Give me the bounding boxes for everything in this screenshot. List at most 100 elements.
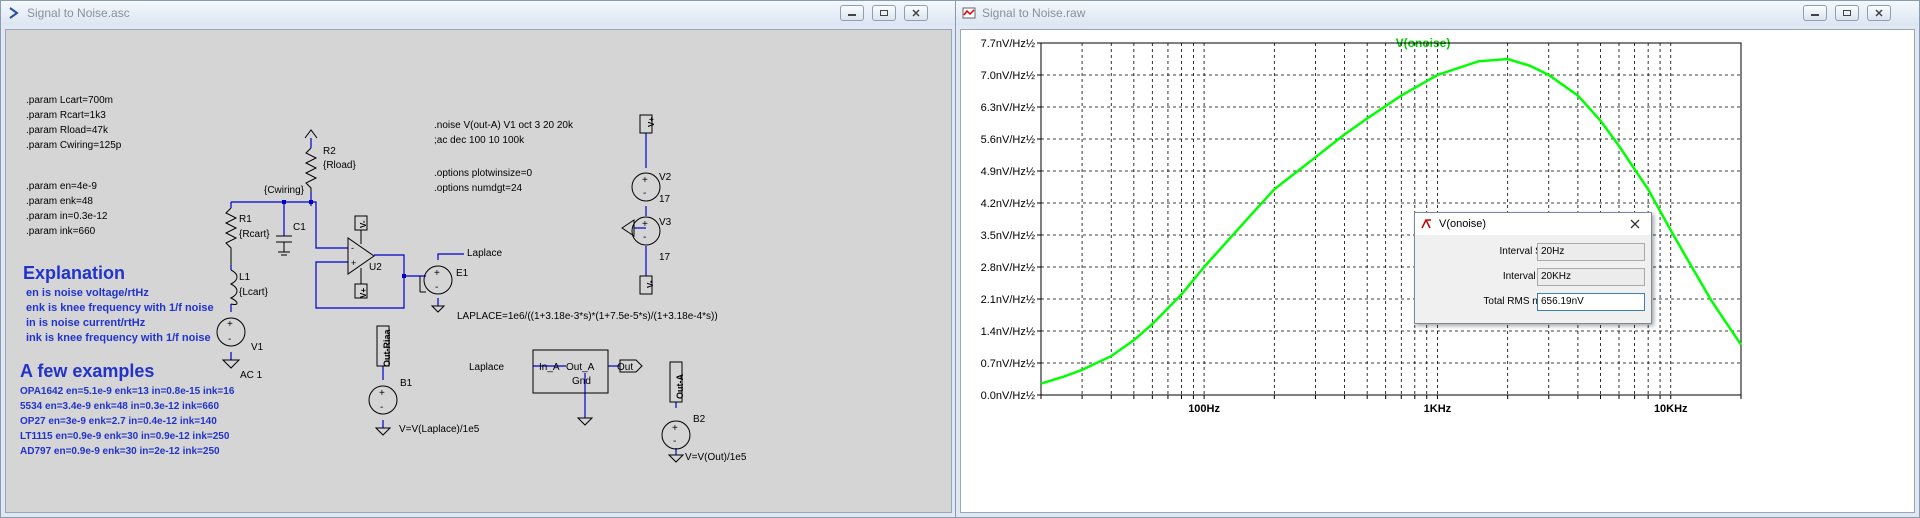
dialog-titlebar[interactable]: V(onoise) [1415, 213, 1651, 235]
svg-text:-: - [351, 243, 354, 253]
schematic-canvas[interactable]: .param Lcart=700m .param Rcart=1k3 .para… [5, 29, 952, 513]
close-icon[interactable] [1629, 218, 1641, 230]
explanation-line: en is noise voltage/rtHz [26, 287, 149, 299]
laplace-node-label: Laplace [467, 248, 502, 259]
l1-label: L1 [239, 272, 251, 283]
v2-value: 17 [659, 194, 671, 205]
examples-block: OPA1642 en=5.1e-9 enk=13 in=0.8e-15 ink=… [20, 386, 235, 457]
minimize-icon [848, 14, 856, 16]
ltspice-icon [1421, 218, 1431, 229]
restore-button[interactable] [872, 5, 896, 21]
schematic-titlebar[interactable]: Signal to Noise.asc [1, 1, 956, 25]
u2-label: U2 [369, 262, 382, 273]
e1-label: E1 [456, 268, 469, 279]
param-line: .param Lcart=700m [26, 95, 113, 106]
svg-text:-: - [435, 282, 438, 293]
directive-line: ;ac dec 100 10 100k [434, 135, 525, 146]
y-tick-label: 7.0nV/Hz½ [981, 70, 1035, 82]
example-line: OP27 en=3e-9 enk=2.7 in=0.4e-12 ink=140 [20, 416, 217, 427]
b2-label: B2 [693, 414, 706, 425]
directive-line: .options plotwinsize=0 [434, 168, 533, 179]
x-tick-label: 10KHz [1654, 403, 1688, 415]
explanation-line: ink is knee frequency with 1/f noise [26, 332, 211, 344]
v3-label: V3 [659, 217, 672, 228]
svg-text:-: - [643, 188, 646, 199]
close-icon [1875, 9, 1883, 17]
param-line: .param ink=660 [26, 226, 96, 237]
schematic-drawing: .param Lcart=700m .param Rcart=1k3 .para… [20, 95, 747, 463]
block-out-label: Out_A [566, 362, 595, 373]
block-in-label: In_A [539, 362, 560, 373]
close-button[interactable] [1867, 5, 1891, 21]
dialog-title: V(onoise) [1439, 218, 1487, 230]
y-tick-label: 2.8nV/Hz½ [981, 262, 1035, 274]
plot-titlebar[interactable]: Signal to Noise.raw [956, 1, 1919, 25]
svg-text:+: + [642, 175, 648, 186]
close-icon [912, 9, 920, 17]
directive-line: .noise V(out-A) V1 oct 3 20 20k [434, 120, 574, 131]
laplace-input-label: Laplace [469, 362, 504, 373]
voltage-source-v1: + - [216, 317, 246, 369]
y-tick-label: 1.4nV/Hz½ [981, 326, 1035, 338]
lcart-label: {Lcart} [239, 287, 269, 298]
directive-block: .noise V(out-A) V1 oct 3 20 20k ;ac dec … [434, 120, 574, 194]
param-line: .param en=4e-9 [26, 181, 97, 192]
v3-vminus-label: V- [646, 280, 655, 288]
param-line: .param enk=48 [26, 196, 93, 207]
rms-row: Total RMS noise: 656.19nV [1415, 293, 1651, 313]
example-line: AD797 en=0.9e-9 enk=30 in=2e-12 ink=250 [20, 446, 220, 457]
param-line: .param Rcart=1k3 [26, 110, 106, 121]
ltspice-icon [9, 7, 19, 19]
svg-text:+: + [227, 319, 233, 330]
interval-start-field[interactable]: 20Hz [1537, 243, 1645, 261]
b2-expression: V=V(Out)/1e5 [685, 452, 747, 463]
close-button[interactable] [904, 5, 928, 21]
restore-button[interactable] [1835, 5, 1859, 21]
y-tick-label: 7.7nV/Hz½ [981, 38, 1035, 50]
y-tick-label: 4.9nV/Hz½ [981, 166, 1035, 178]
cwiring-label: {Cwiring} [264, 185, 305, 196]
explanation-block: en is noise voltage/rtHz enk is knee fre… [26, 287, 214, 344]
x-axis-ticks: 100Hz 1KHz 10KHz [1040, 395, 1742, 415]
block-gnd-label: Gnd [572, 376, 591, 387]
example-line: 5534 en=3.4e-9 enk=48 in=0.3e-12 ink=660 [20, 401, 219, 412]
v3-value: 17 [659, 252, 671, 263]
y-tick-label: 5.6nV/Hz½ [981, 134, 1035, 146]
restore-icon [880, 10, 888, 16]
example-line: OPA1642 en=5.1e-9 enk=13 in=0.8e-15 ink=… [20, 386, 235, 397]
y-tick-label: 6.3nV/Hz½ [981, 102, 1035, 114]
r2-label: R2 [323, 146, 336, 157]
example-line: LT1115 en=0.9e-9 enk=30 in=0.9e-12 ink=2… [20, 431, 230, 442]
examples-heading: A few examples [20, 361, 154, 381]
minimize-button[interactable] [840, 5, 864, 21]
svg-text:-: - [673, 436, 676, 447]
x-tick-label: 1KHz [1424, 403, 1452, 415]
x-tick-label: 100Hz [1188, 403, 1220, 415]
v2-vplus-label: V+ [647, 117, 656, 127]
rms-value-field[interactable]: 656.19nV [1537, 293, 1645, 311]
directive-line: .options numdgt=24 [434, 183, 523, 194]
minimize-button[interactable] [1803, 5, 1827, 21]
svg-text:+: + [434, 268, 440, 279]
y-axis-ticks: 0.0nV/Hz½ 0.7nV/Hz½ 1.4nV/Hz½ 2.1nV/Hz½ 2.8n… [981, 38, 1041, 402]
explanation-line: in is noise current/rtHz [26, 317, 146, 329]
v1-label: V1 [251, 342, 264, 353]
plot-title: Signal to Noise.raw [982, 6, 1086, 20]
u2-vminus-label: V- [359, 220, 368, 228]
param-line: .param in=0.3e-12 [26, 211, 108, 222]
u2-vplus-label: V+ [359, 288, 368, 298]
svg-text:+: + [379, 388, 385, 399]
rload-label: {Rload} [323, 160, 356, 171]
laplace-expression: LAPLACE=1e6/((1+3.18e-3*s)*(1+7.5e-5*s)/… [457, 311, 718, 322]
svg-text:+: + [672, 423, 678, 434]
schematic-title: Signal to Noise.asc [27, 6, 130, 20]
resistor-r1 [224, 207, 238, 265]
interval-end-field[interactable]: 20KHz [1537, 268, 1645, 286]
c1-label: C1 [293, 222, 306, 233]
y-tick-label: 4.2nV/Hz½ [981, 198, 1035, 210]
svg-text:+: + [642, 219, 648, 230]
v2-label: V2 [659, 172, 672, 183]
rcart-label: {Rcart} [239, 229, 270, 240]
interval-end-row: Interval End: 20KHz [1415, 268, 1651, 288]
b1-expression: V=V(Laplace)/1e5 [399, 424, 480, 435]
